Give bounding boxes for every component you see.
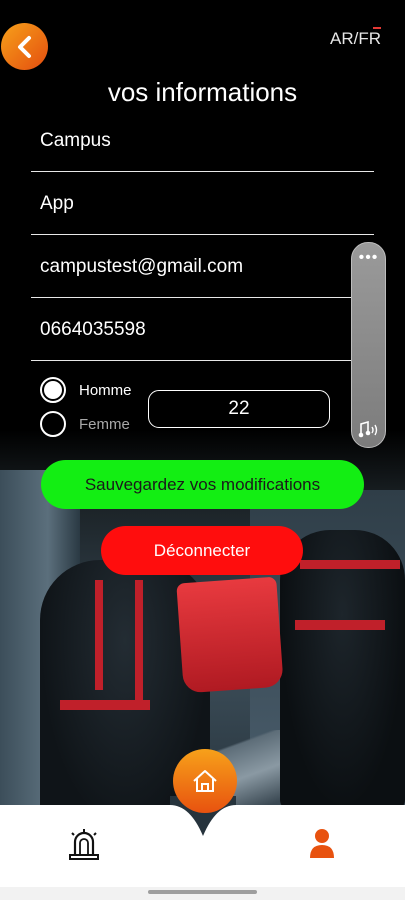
- gender-label-femme: Femme: [79, 415, 130, 433]
- last-name-field[interactable]: App: [31, 173, 374, 235]
- floating-side-panel[interactable]: •••: [351, 242, 386, 448]
- back-button[interactable]: [1, 23, 48, 70]
- nav-item-profile[interactable]: [308, 828, 336, 865]
- age-field[interactable]: 22: [148, 390, 330, 428]
- save-button[interactable]: Sauvegardez vos modifications: [41, 460, 364, 509]
- more-icon[interactable]: •••: [352, 250, 385, 266]
- gender-option-femme[interactable]: Femme: [40, 411, 130, 437]
- gender-label-homme: Homme: [79, 381, 132, 399]
- nav-item-alarm[interactable]: [66, 828, 102, 867]
- gesture-handle[interactable]: [148, 890, 257, 894]
- home-icon: [193, 770, 217, 792]
- music-sound-icon[interactable]: [358, 421, 380, 439]
- home-button[interactable]: [173, 749, 237, 813]
- profile-screen: AR/FR vos informations Campus App campus…: [0, 0, 405, 900]
- radio-button-selected[interactable]: [40, 377, 66, 403]
- page-title: vos informations: [107, 77, 298, 107]
- alarm-icon: [69, 829, 99, 860]
- language-toggle[interactable]: AR/FR: [330, 29, 381, 49]
- phone-field[interactable]: 0664035598: [31, 299, 351, 361]
- email-field[interactable]: campustest@gmail.com: [31, 236, 351, 298]
- gender-option-homme[interactable]: Homme: [40, 377, 132, 403]
- chevron-left-icon: [17, 35, 31, 58]
- first-name-field[interactable]: Campus: [31, 110, 374, 172]
- radio-button[interactable]: [40, 411, 66, 437]
- profile-icon: [310, 829, 334, 858]
- logout-button[interactable]: Déconnecter: [101, 526, 303, 575]
